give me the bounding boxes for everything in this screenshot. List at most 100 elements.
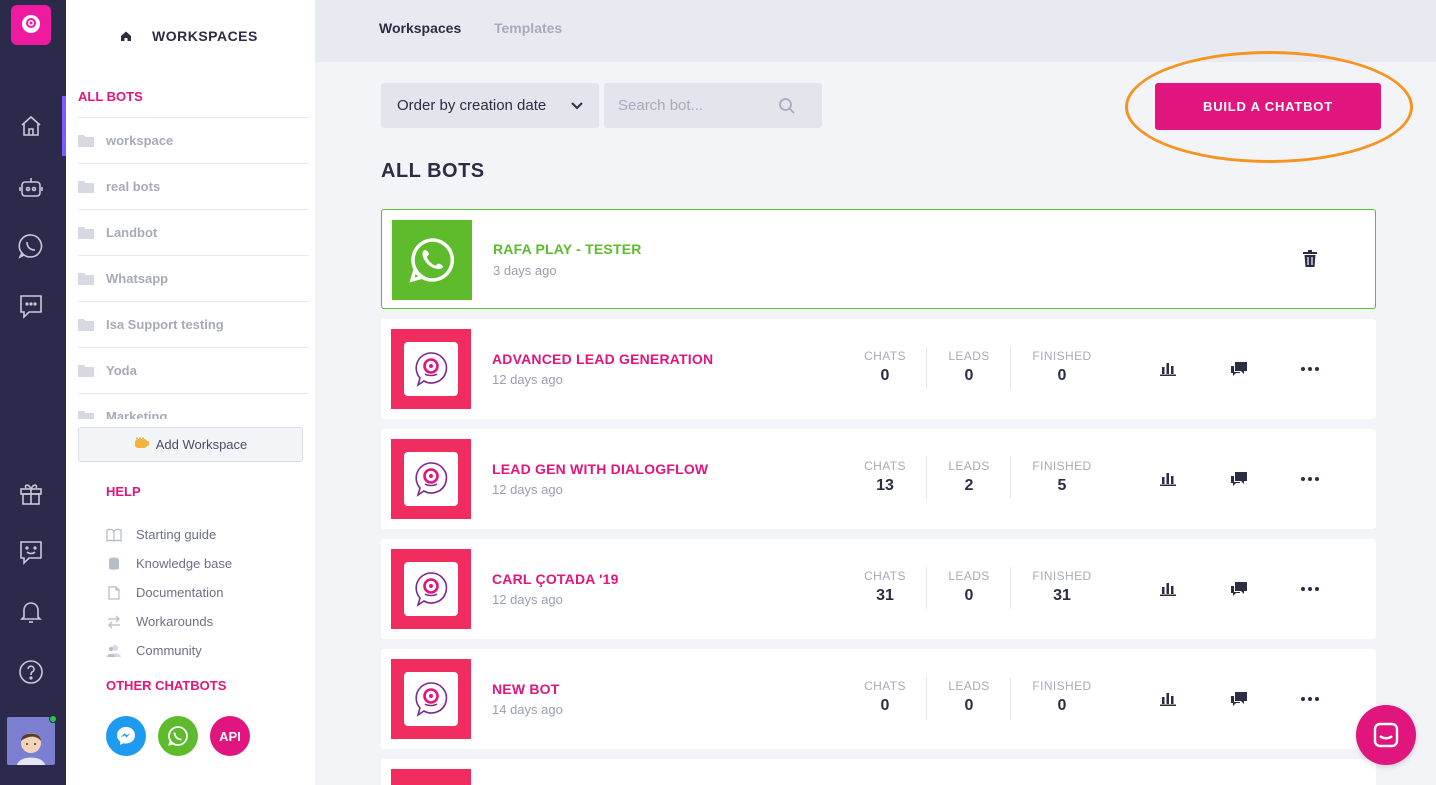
more-options-icon[interactable]: [1298, 467, 1322, 491]
whatsapp-bot-thumbnail: [392, 220, 472, 300]
more-options-icon[interactable]: [1298, 577, 1322, 601]
bot-thumbnail-partial: [391, 769, 471, 785]
bot-name[interactable]: ADVANCED LEAD GENERATION: [492, 351, 713, 367]
help-item-workarounds[interactable]: Workarounds: [106, 607, 232, 636]
add-workspace-button[interactable]: Add Workspace: [78, 427, 303, 462]
bot-date: 3 days ago: [493, 263, 557, 278]
landbot-logo-icon: [415, 682, 448, 717]
chat-launcher-icon: [1373, 722, 1399, 748]
workspace-header: WORKSPACES: [120, 28, 258, 44]
search-bot-input[interactable]: [618, 97, 778, 114]
bot-card[interactable]: LEAD GEN WITH DIALOGFLOW 12 days ago CHA…: [381, 429, 1376, 529]
help-item-starting-guide[interactable]: Starting guide: [106, 520, 232, 549]
api-channel-icon[interactable]: API: [210, 716, 250, 756]
help-item-documentation[interactable]: Documentation: [106, 578, 232, 607]
whatsapp-rail-icon[interactable]: [18, 233, 44, 259]
analytics-icon[interactable]: [1156, 357, 1180, 381]
workspace-item[interactable]: Marketing: [78, 393, 309, 419]
users-icon: [107, 644, 121, 657]
bot-name[interactable]: LEAD GEN WITH DIALOGFLOW: [492, 461, 708, 477]
workspace-item[interactable]: Yoda: [78, 347, 309, 393]
all-bots-heading: ALL BOTS: [381, 160, 485, 182]
tab-workspaces[interactable]: Workspaces: [379, 20, 461, 36]
swap-arrows-icon: [108, 615, 120, 628]
workspace-item[interactable]: workspace: [78, 117, 309, 163]
workspace-item[interactable]: Landbot: [78, 209, 309, 255]
landbot-logo-icon: [415, 462, 448, 497]
document-icon: [108, 585, 120, 600]
top-tab-bar: Workspaces Templates: [315, 0, 1436, 62]
online-status-dot: [49, 715, 57, 723]
book-icon: [106, 528, 122, 542]
conversations-icon[interactable]: [1227, 357, 1251, 381]
analytics-icon[interactable]: [1156, 577, 1180, 601]
finished-stat: FINISHED 0: [1032, 679, 1092, 714]
fist-emoji-icon: [134, 436, 150, 453]
landbot-bot-thumbnail: [391, 659, 471, 739]
search-bot-box: [604, 83, 822, 128]
bot-card[interactable]: CARL ÇOTADA '19 12 days ago CHATS 31 LEAD…: [381, 539, 1376, 639]
help-item-community[interactable]: Community: [106, 636, 232, 665]
stat-divider: [1010, 457, 1011, 499]
help-item-knowledge-base[interactable]: Knowledge base: [106, 549, 232, 578]
help-icon[interactable]: [18, 659, 44, 685]
workspace-sidebar: WORKSPACES ALL BOTS workspace real bots …: [66, 0, 315, 785]
support-chat-launcher[interactable]: [1356, 705, 1416, 765]
all-bots-link[interactable]: ALL BOTS: [78, 89, 143, 104]
folder-icon: [78, 273, 94, 285]
bot-card[interactable]: ADVANCED LEAD GENERATION 12 days ago CHA…: [381, 319, 1376, 419]
analytics-icon[interactable]: [1156, 467, 1180, 491]
bot-date: 12 days ago: [492, 372, 563, 387]
stat-divider: [1010, 567, 1011, 609]
bot-card[interactable]: NEW BOT 14 days ago CHATS 0 LEADS 0 FINISH…: [381, 649, 1376, 749]
user-avatar[interactable]: [7, 717, 55, 765]
bot-name[interactable]: RAFA PLAY - TESTER: [493, 241, 642, 257]
bot-name[interactable]: NEW BOT: [492, 681, 560, 697]
bot-date: 12 days ago: [492, 592, 563, 607]
help-list: Starting guide Knowledge base Documentat…: [106, 520, 232, 665]
trash-icon[interactable]: [1298, 247, 1322, 271]
workspace-item[interactable]: Isa Support testing: [78, 301, 309, 347]
workspace-item[interactable]: Whatsapp: [78, 255, 309, 301]
gift-icon[interactable]: [18, 480, 44, 506]
stat-divider: [1010, 347, 1011, 389]
conversations-icon[interactable]: [1227, 467, 1251, 491]
bot-card-partial[interactable]: [381, 759, 1376, 785]
order-by-label: Order by creation date: [397, 97, 547, 114]
analytics-icon[interactable]: [1156, 687, 1180, 711]
leads-stat: LEADS 0: [948, 349, 990, 384]
bot-icon[interactable]: [18, 174, 44, 200]
landbot-logo-icon: [415, 572, 448, 607]
bot-name[interactable]: CARL ÇOTADA '19: [492, 571, 619, 587]
tab-templates[interactable]: Templates: [494, 20, 562, 36]
other-chatbots-title: OTHER CHATBOTS: [106, 678, 227, 693]
bell-icon[interactable]: [18, 599, 44, 625]
conversations-icon[interactable]: [1227, 687, 1251, 711]
leads-stat: LEADS 0: [948, 569, 990, 604]
feedback-icon[interactable]: [18, 539, 44, 565]
finished-stat: FINISHED 0: [1032, 349, 1092, 384]
order-by-select[interactable]: Order by creation date: [381, 83, 599, 128]
home-icon[interactable]: [18, 113, 44, 139]
icon-rail: [0, 0, 66, 785]
conversations-icon[interactable]: [1227, 577, 1251, 601]
search-icon[interactable]: [778, 97, 796, 115]
more-options-icon[interactable]: [1298, 357, 1322, 381]
build-chatbot-button[interactable]: BUILD A CHATBOT: [1155, 83, 1381, 130]
landbot-bot-thumbnail: [391, 549, 471, 629]
other-chatbots-icons: API: [106, 716, 250, 756]
stat-divider: [1010, 677, 1011, 719]
landbot-bot-thumbnail: [391, 329, 471, 409]
home-small-icon[interactable]: [120, 30, 132, 42]
bot-card[interactable]: RAFA PLAY - TESTER 3 days ago: [381, 209, 1376, 309]
whatsapp-channel-icon[interactable]: [158, 716, 198, 756]
messenger-icon[interactable]: [106, 716, 146, 756]
add-workspace-label: Add Workspace: [155, 437, 248, 452]
leads-stat: LEADS 2: [948, 459, 990, 494]
folder-icon: [78, 227, 94, 239]
messages-icon[interactable]: [18, 293, 44, 319]
landbot-logo[interactable]: [11, 5, 51, 45]
bot-date: 12 days ago: [492, 482, 563, 497]
workspace-item[interactable]: real bots: [78, 163, 309, 209]
more-options-icon[interactable]: [1298, 687, 1322, 711]
